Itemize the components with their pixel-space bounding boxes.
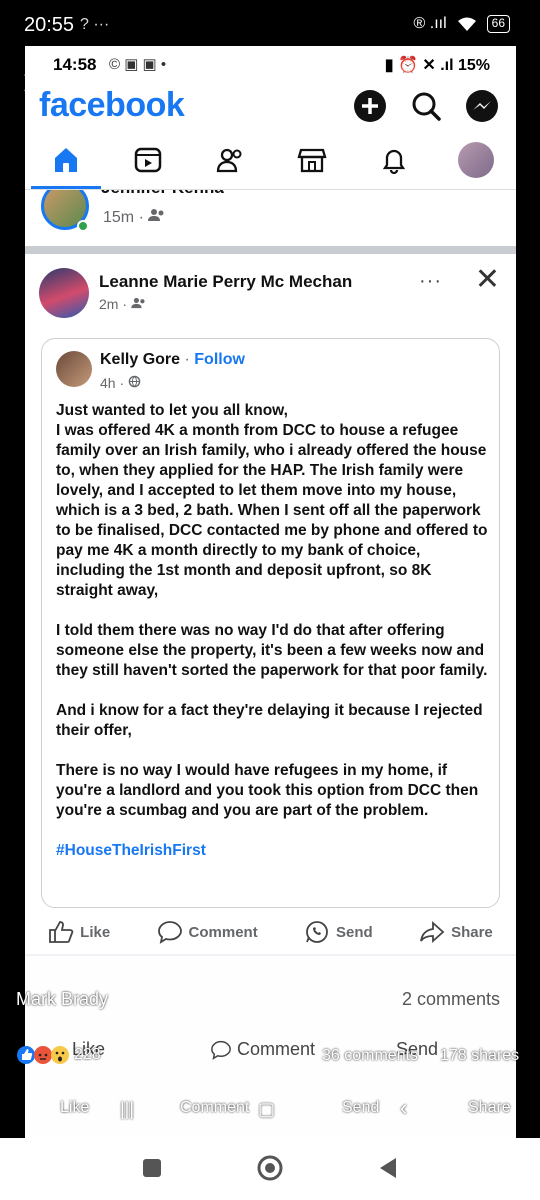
tab-friends[interactable] bbox=[206, 140, 254, 180]
shared-author-avatar[interactable] bbox=[56, 351, 92, 387]
overlay-comment-button[interactable]: Comment bbox=[210, 1039, 316, 1061]
overlay-shares-count[interactable]: 178 shares bbox=[440, 1047, 519, 1065]
overlay-row-share[interactable]: Share bbox=[468, 1099, 511, 1117]
video-icon bbox=[134, 147, 162, 173]
post-action-bar: Like Comment Send Share bbox=[25, 909, 516, 955]
tab-home[interactable] bbox=[42, 140, 90, 180]
facebook-logo: facebook bbox=[39, 86, 185, 124]
prev-post-author: Jennifer Kenna bbox=[101, 190, 224, 198]
tab-marketplace[interactable] bbox=[288, 140, 336, 180]
friends-icon bbox=[216, 148, 242, 173]
hashtag-link[interactable]: #HouseTheIrishFirst bbox=[56, 841, 491, 861]
inner-clock: 14:58 bbox=[53, 55, 97, 74]
feed-separator bbox=[25, 246, 516, 254]
home-icon bbox=[55, 148, 77, 172]
create-button[interactable] bbox=[352, 88, 388, 124]
marketplace-icon bbox=[297, 148, 327, 173]
overlay-comment-count[interactable]: 2 comments bbox=[402, 989, 500, 1010]
whatsapp-icon bbox=[306, 921, 328, 943]
tab-menu[interactable] bbox=[452, 140, 500, 180]
search-icon bbox=[412, 92, 441, 121]
friends-audience-icon bbox=[148, 209, 164, 221]
shared-post-text: Just wanted to let you all know, I was o… bbox=[56, 401, 491, 881]
outer-clock: 20:55 bbox=[24, 14, 75, 36]
profile-avatar bbox=[458, 142, 494, 178]
comment-button[interactable]: Comment bbox=[157, 920, 258, 944]
back-chevron-glyph: ‹ bbox=[400, 1095, 408, 1120]
wifi-icon bbox=[457, 17, 476, 31]
overlay-comments-count[interactable]: 36 comments bbox=[322, 1047, 418, 1065]
home-button[interactable] bbox=[256, 1154, 284, 1182]
shared-content-card[interactable]: Kelly Gore · Follow 4h · Just wanted to … bbox=[41, 338, 500, 908]
plus-icon bbox=[354, 90, 386, 122]
battery-icon: 66 bbox=[486, 15, 510, 33]
whatsapp-icon bbox=[310, 1098, 332, 1120]
close-viewer-icon[interactable]: ✕ bbox=[20, 64, 49, 104]
globe-icon bbox=[128, 375, 141, 388]
back-button[interactable] bbox=[378, 1156, 398, 1180]
overlay-row-like[interactable]: Like bbox=[60, 1099, 89, 1117]
overlay-comment-label: Comment bbox=[237, 1039, 316, 1059]
post-paragraph-4: There is no way I would have refugees in… bbox=[56, 762, 479, 819]
comment-icon bbox=[147, 1099, 171, 1122]
post-paragraph-3: And i know for a fact they're delaying i… bbox=[56, 702, 483, 739]
more-options-button[interactable]: ··· bbox=[419, 270, 442, 293]
underlying-post-overlay: Mark Brady 2 comments Like Comment Send … bbox=[0, 975, 540, 1140]
shared-post: Leanne Marie Perry Mc Mechan 2m · ··· ✕ … bbox=[25, 254, 516, 954]
online-status-dot bbox=[77, 220, 89, 232]
thumbs-up-icon bbox=[49, 921, 74, 943]
share-arrow-icon bbox=[420, 920, 445, 944]
android-navigation-bar bbox=[0, 1138, 540, 1200]
post-paragraph-2: I told them there was no way I'd do that… bbox=[56, 622, 488, 679]
shared-author-name[interactable]: Kelly Gore bbox=[100, 351, 180, 368]
send-button[interactable]: Send bbox=[304, 920, 373, 944]
thumbs-up-icon bbox=[27, 1098, 52, 1120]
search-button[interactable] bbox=[408, 88, 444, 124]
shared-post-time: 4h · bbox=[100, 375, 141, 391]
comment-icon bbox=[157, 921, 182, 944]
post-author-avatar[interactable] bbox=[39, 268, 89, 318]
bell-icon bbox=[382, 149, 406, 175]
post-author-name[interactable]: Leanne Marie Perry Mc Mechan bbox=[99, 272, 352, 292]
messenger-button[interactable] bbox=[464, 88, 500, 124]
home-square-glyph: ▢ bbox=[258, 1099, 276, 1119]
comment-icon bbox=[211, 1041, 231, 1061]
tab-bar bbox=[25, 132, 516, 190]
tab-video[interactable] bbox=[124, 140, 172, 180]
post-paragraph-1: Just wanted to let you all know, I was o… bbox=[56, 402, 488, 599]
overlay-author-name[interactable]: Mark Brady bbox=[16, 989, 108, 1010]
reactions-summary[interactable]: 228 bbox=[16, 1045, 101, 1065]
overlay-row-send[interactable]: Send bbox=[342, 1099, 379, 1117]
recents-button[interactable] bbox=[142, 1158, 162, 1178]
send-label: Send bbox=[336, 923, 373, 941]
active-tab-indicator bbox=[31, 186, 101, 189]
reaction-count: 228 bbox=[74, 1046, 101, 1063]
outer-system-icons: ® .ııl 66 bbox=[414, 15, 510, 33]
hide-post-button[interactable]: ✕ bbox=[475, 262, 500, 297]
previous-post[interactable]: Jennifer Kenna 15m · bbox=[25, 190, 516, 246]
comment-label: Comment bbox=[188, 923, 258, 941]
inner-notification-icons: © ▣ ▣ • bbox=[109, 56, 167, 73]
like-button[interactable]: Like bbox=[48, 920, 110, 944]
share-button[interactable]: Share bbox=[419, 920, 493, 944]
follow-button[interactable]: Follow bbox=[194, 351, 245, 368]
shared-author-line: Kelly Gore · Follow bbox=[100, 351, 245, 368]
share-arrow-icon bbox=[435, 1097, 460, 1121]
post-time: 2m · bbox=[99, 296, 147, 312]
inner-system-icons: ▮ ⏰ ✕ .ıl 15% bbox=[384, 57, 490, 74]
wow-reaction-icon bbox=[51, 1046, 69, 1064]
like-label: Like bbox=[80, 923, 111, 941]
prev-post-time: 15m · bbox=[103, 208, 166, 227]
messenger-icon bbox=[466, 90, 498, 122]
outer-notification-icons: ? ··· bbox=[80, 16, 110, 33]
friends-audience-icon bbox=[131, 297, 145, 309]
recent-apps-glyph: ||| bbox=[120, 1099, 135, 1119]
tab-notifications[interactable] bbox=[370, 140, 418, 180]
app-header: facebook bbox=[25, 82, 516, 132]
outer-signal-icon: ® .ııl bbox=[413, 15, 447, 32]
overlay-action-bar: Like ||| Comment ▢ Send ‹ Share bbox=[0, 1093, 516, 1127]
share-label: Share bbox=[451, 923, 493, 941]
inner-status-bar: 14:58 © ▣ ▣ • ▮ ⏰ ✕ .ıl 15% bbox=[25, 46, 516, 82]
overlay-row-comment[interactable]: Comment bbox=[180, 1099, 249, 1117]
